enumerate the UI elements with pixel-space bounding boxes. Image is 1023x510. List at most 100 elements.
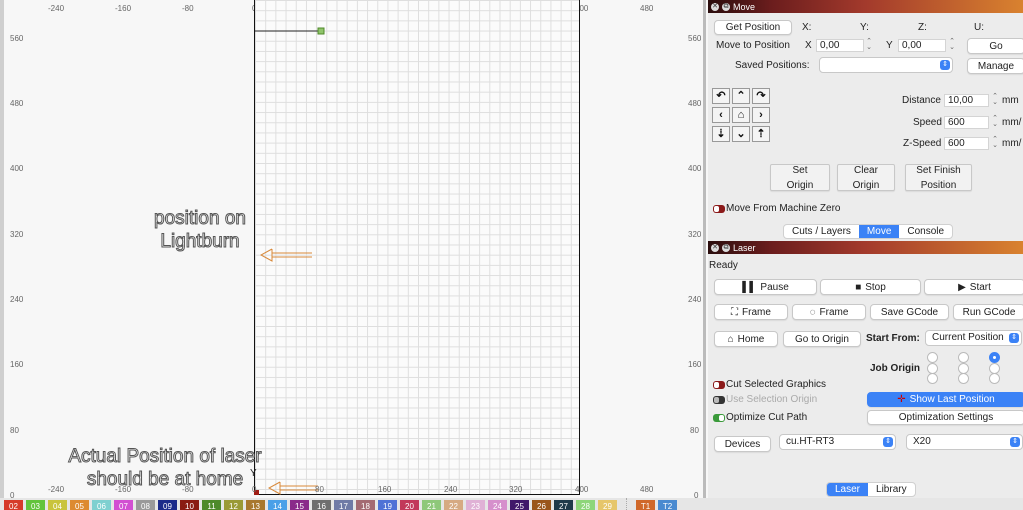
start-button[interactable]: ▶ Start [924,279,1023,295]
palette-swatch-09[interactable]: 09 [158,500,177,510]
palette-swatch-04[interactable]: 04 [48,500,67,510]
palette-swatch-t1[interactable]: T1 [636,500,655,510]
job-origin-top-right[interactable] [989,352,1000,363]
use-selection-origin-toggle[interactable] [713,396,725,404]
home-icon[interactable]: ⌂ [732,107,750,123]
palette-swatch-19[interactable]: 19 [378,500,397,510]
top-ruler-tick: 480 [640,4,654,13]
z-down-button[interactable]: ⇣ [712,126,730,142]
close-icon[interactable]: ✕ [711,2,719,11]
rotate-cw-button[interactable]: ↷ [752,88,770,104]
palette-swatch-18[interactable]: 18 [356,500,375,510]
go-button[interactable]: Go [967,38,1023,54]
job-origin-bottom-left[interactable] [927,373,938,384]
palette-swatch-02[interactable]: 02 [4,500,23,510]
zspeed-spinner[interactable]: ⌃ ⌄ [991,136,999,150]
palette-swatch-21[interactable]: 21 [422,500,441,510]
palette-swatch-05[interactable]: 05 [70,500,89,510]
move-y-input[interactable]: 0,00 [898,39,946,52]
z-up-button[interactable]: ⇡ [752,126,770,142]
palette-swatch-24[interactable]: 24 [488,500,507,510]
palette-swatch-10[interactable]: 10 [180,500,199,510]
set-finish-position-button[interactable]: Set Finish Position [905,164,972,191]
palette-swatch-20[interactable]: 20 [400,500,419,510]
move-x-input[interactable]: 0,00 [816,39,864,52]
move-panel-titlebar[interactable]: ✕ ⧉ Move [708,0,1023,13]
move-x-spinner[interactable]: ⌃ ⌄ [865,38,873,52]
set-origin-button[interactable]: Set Origin [770,164,830,191]
manage-button[interactable]: Manage [967,58,1023,74]
move-from-machine-zero-toggle[interactable] [713,205,725,213]
tab-console[interactable]: Console [899,225,952,238]
cut-selected-graphics-toggle[interactable] [713,381,725,389]
tab-move[interactable]: Move [858,225,900,238]
frame-rect-button[interactable]: ⛶ Frame [714,304,788,320]
distance-spinner[interactable]: ⌃ ⌄ [991,93,999,107]
palette-swatch-03[interactable]: 03 [26,500,45,510]
palette-swatch-22[interactable]: 22 [444,500,463,510]
show-last-position-button[interactable]: ✛ Show Last Position [867,392,1023,407]
stop-button[interactable]: ■ Stop [820,279,921,295]
start-from-select[interactable]: Current Position ⇕ [925,330,1022,346]
move-y-spinner[interactable]: ⌃ ⌄ [948,38,956,52]
panel-splitter[interactable] [703,0,706,498]
tab-cuts-layers[interactable]: Cuts / Layers [784,225,859,238]
palette-swatch-08[interactable]: 08 [136,500,155,510]
speed-input[interactable]: 600 [944,116,989,129]
clear-origin-button[interactable]: Clear Origin [837,164,895,191]
job-origin-bottom-right[interactable] [989,373,1000,384]
go-to-origin-button[interactable]: Go to Origin [783,331,861,347]
optimization-settings-button[interactable]: Optimization Settings [867,410,1023,425]
design-canvas[interactable]: -240 -160 -80 0 80 160 240 320 400 480 5… [0,0,706,498]
save-gcode-button[interactable]: Save GCode [870,304,949,320]
palette-separator [626,498,627,510]
palette-swatch-06[interactable]: 06 [92,500,111,510]
job-origin-bottom-center[interactable] [958,373,969,384]
home-icon: ⌂ [727,333,734,345]
optimize-cut-path-toggle[interactable] [713,414,725,422]
palette-swatch-07[interactable]: 07 [114,500,133,510]
get-position-button[interactable]: Get Position [714,20,792,35]
jog-down-button[interactable]: ⌄ [732,126,750,142]
palette-swatch-16[interactable]: 16 [312,500,331,510]
float-icon[interactable]: ⧉ [722,2,730,11]
speed-spinner[interactable]: ⌃ ⌄ [991,115,999,129]
palette-swatch-23[interactable]: 23 [466,500,485,510]
jog-right-button[interactable]: › [752,107,770,123]
jog-left-button[interactable]: ‹ [712,107,730,123]
palette-swatch-17[interactable]: 17 [334,500,353,510]
crosshair-icon: ✛ [897,394,906,405]
saved-positions-select[interactable]: ⇕ [819,57,953,73]
frame-circle-button[interactable]: ◌ Frame [792,304,866,320]
palette-swatch-29[interactable]: 29 [598,500,617,510]
palette-swatch-14[interactable]: 14 [268,500,287,510]
left-scrollbar[interactable] [0,0,4,498]
home-button[interactable]: ⌂ Home [714,331,778,347]
float-icon[interactable]: ⧉ [722,243,730,252]
distance-input[interactable]: 10,00 [944,94,989,107]
palette-swatch-11[interactable]: 11 [202,500,221,510]
run-gcode-button[interactable]: Run GCode [953,304,1023,320]
rotate-ccw-button[interactable]: ↶ [712,88,730,104]
pause-button[interactable]: ▌▌ Pause [714,279,817,295]
tab-laser[interactable]: Laser [827,483,869,496]
devices-button[interactable]: Devices [714,436,771,452]
palette-swatch-27[interactable]: 27 [554,500,573,510]
job-origin-top-left[interactable] [927,352,938,363]
palette-swatch-15[interactable]: 15 [290,500,309,510]
palette-swatch-28[interactable]: 28 [576,500,595,510]
laser-panel-titlebar[interactable]: ✕ ⧉ Laser [708,241,1023,254]
tab-library[interactable]: Library [868,483,915,496]
palette-swatch-t2[interactable]: T2 [658,500,677,510]
job-origin-top-center[interactable] [958,352,969,363]
port-select[interactable]: cu.HT-RT3 ⇕ [779,434,896,450]
palette-swatch-26[interactable]: 26 [532,500,551,510]
laser-bed-grid[interactable] [254,0,580,495]
palette-swatch-25[interactable]: 25 [510,500,529,510]
palette-swatch-13[interactable]: 13 [246,500,265,510]
palette-swatch-12[interactable]: 12 [224,500,243,510]
close-icon[interactable]: ✕ [711,243,719,252]
zspeed-input[interactable]: 600 [944,137,989,150]
jog-up-button[interactable]: ⌃ [732,88,750,104]
device-select[interactable]: X20 ⇕ [906,434,1023,450]
